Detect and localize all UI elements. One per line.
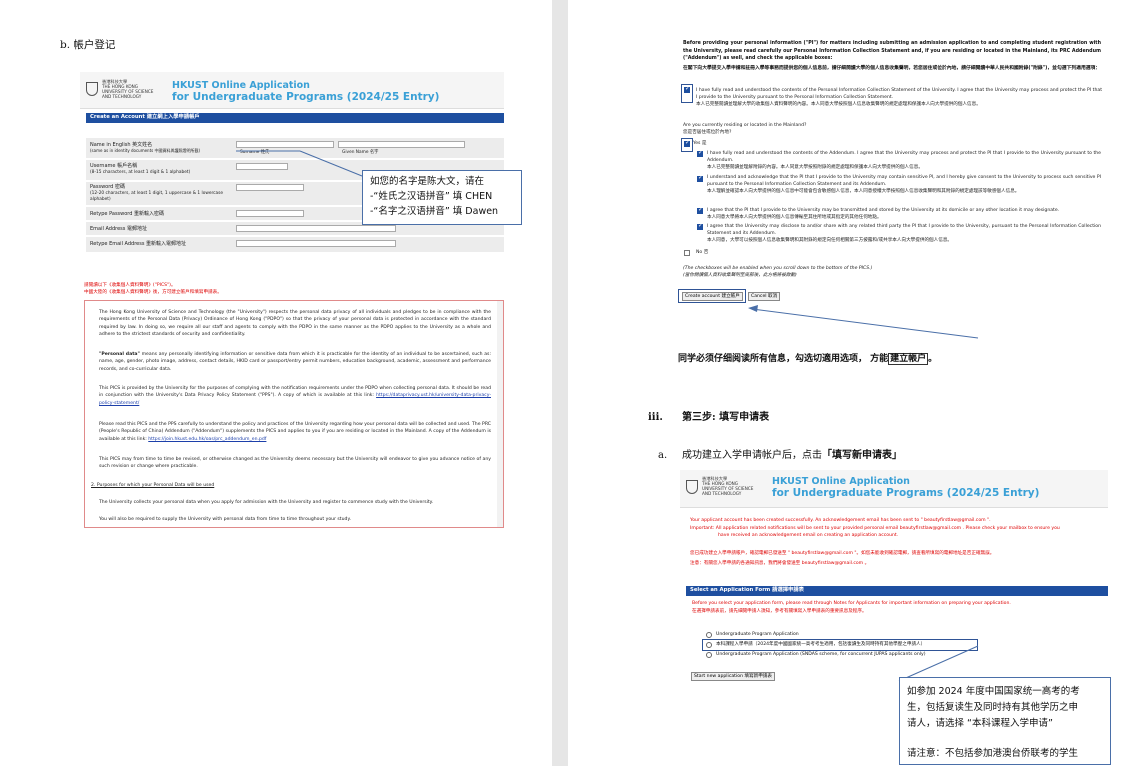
pics-para-2: "Personal data" means any personally ide… — [99, 352, 491, 372]
left-document-page: b. 帳户登记 香港科技大學 THE HONG KONG UNIVERSITY … — [0, 0, 552, 766]
pics-intro-line2: 中國大陸的《收集個人資料聲明》後，方可建立帳戶和填寫申請表。 — [84, 290, 222, 295]
hkust-logo-text: 香港科技大學 THE HONG KONG UNIVERSITY OF SCIEN… — [702, 476, 754, 496]
pics-scroll-box[interactable]: The Hong Kong University of Science and … — [84, 300, 504, 528]
hkust-logo-icon — [86, 82, 98, 96]
hkust-logo-icon — [686, 480, 698, 494]
checkbox-pics-text-en: I have fully read and understood the con… — [696, 88, 1102, 101]
checkbox-sensitive-en: I understand and acknowledge that the PI… — [707, 175, 1101, 188]
pics-para-4: Please read this PICS and the PPS carefu… — [99, 422, 491, 442]
start-new-application-button[interactable]: Start new application 填寫新申請表 — [691, 672, 776, 681]
checkbox-transmit-zh: 本人同意大學將本人向大學提供的個人信息傳輸至其住所地或其指定的其他任何地點。 — [707, 215, 882, 220]
header-title-line1: HKUST Online Application — [172, 80, 310, 91]
header-title-line2: for Undergraduate Programs (2024/25 Entr… — [772, 487, 1040, 499]
checkbox-no[interactable] — [684, 250, 690, 256]
sub-a-number: a. — [658, 450, 668, 461]
pics-consent-intro-en: Before providing your personal informati… — [683, 41, 1101, 61]
option-sndas-application: Undergraduate Program Application (SNDAS… — [716, 652, 926, 657]
right-document-page: Before providing your personal informati… — [568, 0, 1129, 766]
checkbox-pics-text-zh: 本人已完整閱讀並理解大學的收集個人資料聲明的內容。本人同意大學按照個人信息收集聲… — [696, 102, 981, 107]
checkbox-yes[interactable] — [684, 139, 690, 147]
checkbox-addendum-en: I have fully read and understood the con… — [707, 151, 1101, 164]
option-ug-application: Undergraduate Program Application — [716, 632, 799, 637]
pics-para-5: This PICS may from time to time be revis… — [99, 457, 491, 470]
email-input[interactable] — [236, 225, 396, 232]
checkbox-enabled-note-zh: (當你閱讀個人資料收集聲明至底部後，此方格將被啟動) — [683, 273, 797, 278]
checkbox-disclose-en: I agree that the University may disclose… — [707, 224, 1101, 237]
no-label: No 否 — [696, 250, 709, 255]
checkbox-pics-agree[interactable] — [684, 85, 690, 93]
pics-para-8: You will also be required to supply the … — [99, 517, 351, 522]
gaokao-callout: 如参加 2024 年度中国国家统一高考的考 生，包括复读生及同时持有其他学历之申… — [899, 677, 1111, 765]
select-note-zh: 在選擇申請表前，請先細閱申請人須知，參考有關填寫入學申請表的重要訊息及程序。 — [692, 609, 867, 614]
checkbox-sensitive-zh: 本人理解並確認本人向大學提供的個人信息中可能會包含敏感個人信息，本人同意授權大學… — [707, 189, 1020, 194]
success-msg-2: Important: All application related notif… — [690, 526, 1060, 531]
pics-consent-intro-zh: 在閣下向大學提交入學申請和註冊入學等事務而提供您的個人信息前，請仔細閱讀大學的個… — [683, 66, 1101, 71]
pics-section-2-heading: 2. Purposes for which your Personal Data… — [91, 483, 215, 488]
radio-sndas-application[interactable] — [706, 652, 712, 658]
hkust-header-2: 香港科技大學 THE HONG KONG UNIVERSITY OF SCIEN… — [680, 470, 1108, 508]
checkbox-enabled-note-en: (The checkboxes will be enabled when you… — [683, 266, 873, 271]
checkbox-sensitive-pi[interactable] — [697, 174, 703, 182]
header-title-line1: HKUST Online Application — [772, 476, 910, 487]
success-msg-5: 注意：有關您入學申請的各通知訊息，我們將會發送至 beautyfirstlaw@… — [690, 561, 870, 566]
name-instruction-callout: 如您的名字是陈大文，请在 -“姓氏之汉语拼音” 填 CHEN -“名字之汉语拼音… — [362, 170, 522, 225]
checkbox-addendum[interactable] — [697, 149, 703, 157]
sub-a-text: 成功建立入学申请帐户后，点击「填写新申请表」 — [682, 450, 902, 461]
pics-para-3: This PICS is provided by the University … — [99, 386, 491, 406]
pics-intro-line1: 請閱讀以下《收集個人資料聲明》("PICS")。 — [84, 283, 176, 288]
mainland-question-en: Are you currently residing or located in… — [683, 123, 807, 128]
pics-para-7: The University collects your personal da… — [99, 500, 434, 505]
addendum-link[interactable]: https://join.hkust.edu.hk/oas/prc_addend… — [148, 437, 266, 442]
radio-ug-application[interactable] — [706, 632, 712, 638]
success-msg-3: have received an acknowledgement email o… — [718, 533, 899, 538]
instruction-text: 同学必须仔细阅读所有信息，勾选切適用选项， 方能 建立帳户。 — [678, 353, 938, 365]
surname-input[interactable] — [236, 141, 334, 148]
create-account-highlight-text: 建立帳户 — [888, 353, 929, 365]
hkust-header: 香港科技大學 THE HONG KONG UNIVERSITY OF SCIEN… — [80, 72, 504, 109]
step-title: 第三步: 填写申请表 — [682, 412, 770, 423]
cancel-button[interactable]: Cancel 取消 — [748, 292, 781, 301]
password-input[interactable] — [236, 184, 304, 191]
pics-scrollbar[interactable] — [497, 301, 503, 527]
checkbox-disclose-zh: 本人同意，大學可以按照個人信息收集聲明和其附錄的規定向任何相關第三方披露和/或共… — [707, 238, 953, 243]
success-msg-1: Your applicant account has been created … — [690, 518, 991, 523]
create-account-button[interactable]: Create account 建立帳戶 — [682, 292, 743, 301]
yes-label: Yes 是 — [693, 141, 707, 146]
option-gaokao-application: 本科課程入學申請（2024年度中國國家統一高考考生適用，包括復讀生及同時持有其他… — [716, 642, 926, 647]
checkbox-disclose[interactable] — [697, 222, 703, 230]
retype-email-row: Retype Email Address 重新輸入電郵地址 — [86, 237, 504, 253]
name-row: Name in English 英文姓名 (same as in identit… — [86, 138, 504, 159]
select-application-bar: Select an Application Form 請選擇申請表 — [686, 586, 1108, 596]
hkust-logo-text: 香港科技大學 THE HONG KONG UNIVERSITY OF SCIEN… — [102, 79, 154, 99]
checkbox-addendum-zh: 本人已完整閱讀並理解附錄的內容。本人同意大學按照附錄的規定處理和保護本人向大學提… — [707, 165, 923, 170]
mainland-question-zh: 您是否居住或位於內地? — [683, 130, 732, 135]
checkbox-transmit[interactable] — [697, 206, 703, 214]
success-msg-4: 您已成功建立入學申請帳戶，確認電郵已發送至 " beautyfirstlaw@g… — [690, 551, 995, 556]
select-note-en: Before you select your application form,… — [692, 601, 1011, 606]
create-account-bar: Create an Account 建立網上入學申請帳戶 — [86, 113, 504, 123]
step-number: iii. — [648, 412, 663, 423]
pics-para-1: The Hong Kong University of Science and … — [99, 310, 491, 337]
retype-email-input[interactable] — [236, 240, 396, 247]
retype-password-input[interactable] — [236, 210, 304, 217]
given-name-input[interactable] — [338, 141, 465, 148]
header-title-line2: for Undergraduate Programs (2024/25 Entr… — [172, 91, 440, 103]
radio-gaokao-application[interactable] — [706, 642, 712, 648]
username-input[interactable] — [236, 163, 288, 170]
section-heading: b. 帳户登记 — [60, 39, 116, 51]
